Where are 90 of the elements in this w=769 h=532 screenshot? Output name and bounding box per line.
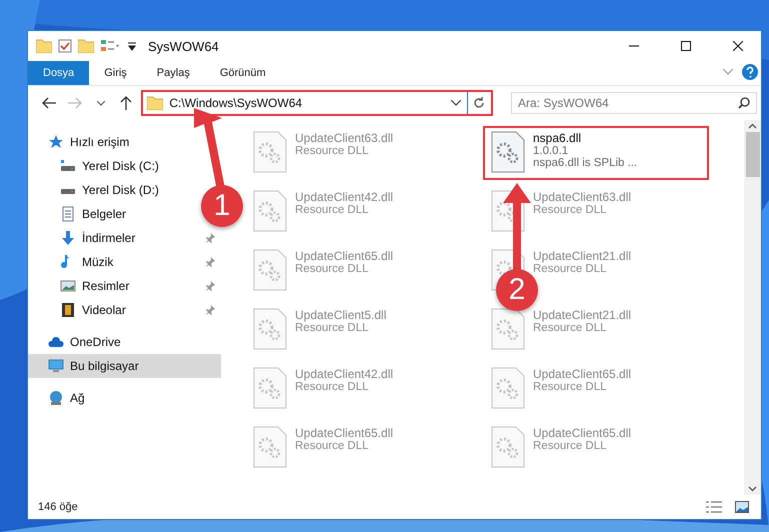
nav-item[interactable]: Resimler: [28, 274, 221, 298]
file-name: UpdateClient63.dll: [295, 131, 394, 145]
scrollbar[interactable]: [744, 120, 761, 495]
file-icon: [253, 367, 287, 409]
file-detail: Resource DLL: [533, 381, 607, 393]
file-icon: [253, 190, 287, 232]
file-detail: 1.0.0.1: [533, 145, 568, 157]
file-name: UpdateClient65.dll: [295, 426, 394, 440]
pin-icon: [205, 281, 215, 291]
file-name: UpdateClient42.dll: [295, 190, 394, 204]
properties-icon: [100, 39, 122, 53]
nav-item[interactable]: Yerel Disk (C:): [28, 154, 165, 178]
dropdown-icon: [128, 41, 136, 51]
nav-item[interactable]: Belgeler: [28, 202, 132, 226]
maximize-icon: [681, 41, 691, 51]
file-name: nspa6.dll: [533, 131, 582, 145]
chevron-down-icon: [723, 69, 733, 75]
window-title: SysWOW64: [148, 38, 220, 54]
file-detail: Resource DLL: [533, 204, 607, 216]
file-name: UpdateClient42.dll: [295, 367, 394, 381]
nav-item[interactable]: Ağ: [28, 386, 91, 410]
folder-icon: [78, 39, 94, 53]
file-detail: Resource DLL: [295, 204, 369, 216]
file-detail: Resource DLL: [295, 322, 369, 334]
chevron-down-icon: [96, 100, 105, 106]
pin-icon: [205, 257, 215, 267]
file-detail: nspa6.dll is SPLib ...: [533, 157, 638, 169]
forward-arrow-icon: [68, 97, 82, 109]
nav-item[interactable]: İndirmeler: [28, 226, 221, 250]
file-name: UpdateClient63.dll: [533, 190, 632, 204]
file-name: UpdateClient65.dll: [295, 249, 394, 263]
file-name: UpdateClient21.dll: [533, 308, 632, 322]
file-detail: Resource DLL: [533, 440, 607, 452]
help-icon: [742, 64, 758, 80]
ribbon-tab[interactable]: Paylaş: [142, 61, 205, 85]
nav-item[interactable]: Müzik: [28, 250, 221, 274]
checklist-icon: [58, 39, 72, 53]
file-name: UpdateClient65.dll: [533, 367, 632, 381]
pin-icon: [205, 233, 215, 243]
file-icon: [253, 131, 287, 173]
file-detail: Resource DLL: [295, 145, 369, 157]
item-count: 146 öğe: [38, 501, 79, 513]
file-name: UpdateClient21.dll: [533, 249, 632, 263]
list-icon: [706, 501, 722, 513]
file-name: UpdateClient5.dll: [295, 308, 386, 322]
close-icon: [733, 41, 743, 51]
cloud-icon: [48, 334, 64, 350]
nav-item[interactable]: OneDrive: [28, 330, 127, 354]
folder-icon: [147, 96, 164, 110]
file-icon: [491, 308, 525, 350]
nav-item[interactable]: Yerel Disk (D:): [28, 178, 165, 202]
address-bar[interactable]: C:\Windows\SysWOW64: [141, 90, 493, 116]
picture-icon: [60, 278, 76, 294]
caret-icon: [450, 100, 461, 106]
file-icon: [491, 367, 525, 409]
file-icon: [253, 249, 287, 291]
file-detail: Resource DLL: [295, 440, 369, 452]
drive-icon: [60, 160, 76, 172]
network-icon: [48, 390, 64, 406]
image-icon: [735, 501, 749, 513]
scroll-thumb[interactable]: [746, 132, 760, 177]
document-icon: [60, 206, 76, 222]
drive-icon: [60, 189, 76, 195]
file-icon: [491, 131, 525, 173]
file-name: UpdateClient65.dll: [533, 426, 632, 440]
refresh-icon: [473, 97, 486, 109]
minimize-icon: [629, 45, 639, 47]
nav-item[interactable]: Videolar: [28, 298, 221, 322]
up-arrow-icon: [120, 96, 132, 110]
computer-icon: [48, 358, 64, 374]
star-icon: [48, 134, 64, 150]
download-icon: [60, 230, 76, 246]
file-icon: [491, 426, 525, 468]
pin-icon: [205, 305, 215, 315]
help-button[interactable]: [739, 61, 761, 83]
film-icon: [60, 302, 76, 318]
file-detail: Resource DLL: [295, 381, 369, 393]
file-detail: Resource DLL: [533, 322, 607, 334]
file-icon: [253, 426, 287, 468]
file-detail: Resource DLL: [295, 263, 369, 275]
ribbon-tab[interactable]: Dosya: [28, 61, 90, 85]
address-path: C:\Windows\SysWOW64: [169, 96, 304, 110]
nav-item[interactable]: Bu bilgisayar: [28, 354, 221, 378]
nav-item[interactable]: Hızlı erişim: [28, 130, 136, 154]
back-arrow-icon: [42, 97, 56, 109]
ribbon-tab[interactable]: Görünüm: [204, 61, 281, 85]
ribbon-tab[interactable]: Giriş: [89, 61, 142, 85]
file-icon: [253, 308, 287, 350]
folder-icon: [36, 39, 52, 53]
selected-file-item[interactable]: nspa6.dll 1.0.0.1 nspa6.dll is SPLib ...: [483, 126, 709, 180]
